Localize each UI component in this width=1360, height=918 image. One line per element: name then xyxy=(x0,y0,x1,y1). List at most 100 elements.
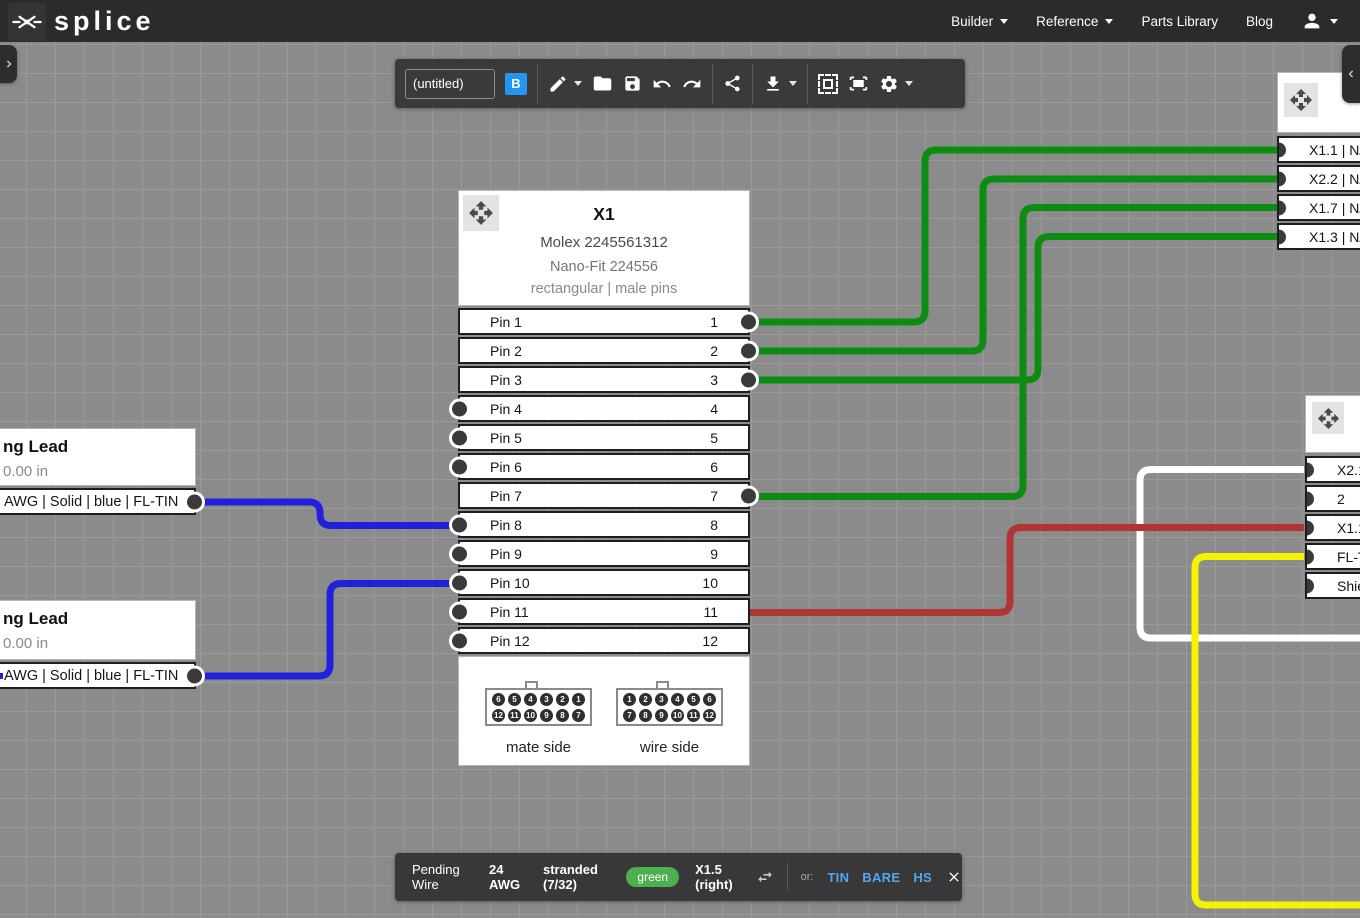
pin-label: Pin 10 xyxy=(460,575,530,591)
toolbar-divider xyxy=(537,64,538,104)
lead-1-spec-row[interactable]: AWG | Solid | blue | FL-TIN xyxy=(0,488,196,515)
edit-icon[interactable] xyxy=(548,74,568,94)
open-folder-icon[interactable] xyxy=(592,73,613,94)
fit-screen-icon[interactable] xyxy=(848,73,869,94)
termination-option-bare[interactable]: BARE xyxy=(862,870,900,885)
wire-endpoint-row[interactable]: X1.3 | N/A xyxy=(1277,223,1360,250)
pin-port-11[interactable] xyxy=(449,601,470,622)
splice-logo-icon[interactable] xyxy=(8,3,46,41)
connector-block-x1[interactable]: X1 Molex 2245561312 Nano-Fit 224556 rect… xyxy=(458,190,750,766)
pin-row-1[interactable]: Pin 11 xyxy=(458,308,750,335)
pin-row-9[interactable]: Pin 99 xyxy=(458,540,750,567)
download-icon[interactable] xyxy=(763,74,783,94)
redo-icon[interactable] xyxy=(682,74,702,94)
endpoint-port[interactable] xyxy=(1277,139,1289,160)
endpoint-port[interactable] xyxy=(1305,575,1317,596)
face-pin-12: 12 xyxy=(492,709,505,722)
wire-endpoint-row[interactable]: 2 xyxy=(1305,485,1360,512)
pending-wire-label: Pending Wire xyxy=(412,862,468,892)
wire-endpoint-row[interactable]: X1.1 xyxy=(1305,514,1360,541)
pin-port-3[interactable] xyxy=(738,369,759,390)
pin-label: Pin 12 xyxy=(460,633,530,649)
brand-name[interactable]: splice xyxy=(54,6,155,37)
filename-input[interactable] xyxy=(405,69,495,99)
wire-endpoint-row[interactable]: X2.2 | N/A xyxy=(1277,165,1360,192)
toolbar-divider xyxy=(752,64,753,104)
close-pending-wire-icon[interactable] xyxy=(946,869,962,885)
lead-2-spec-row[interactable]: AWG | Solid | blue | FL-TIN xyxy=(0,662,196,689)
left-panel-toggle[interactable] xyxy=(0,45,17,83)
move-handle-icon[interactable] xyxy=(1284,83,1318,117)
edit-mode-caret-icon[interactable] xyxy=(574,81,582,86)
nav-item-reference[interactable]: Reference xyxy=(1036,14,1113,29)
x1-face-views: 654321121110987mate side123456789101112w… xyxy=(458,656,750,766)
pin-row-2[interactable]: Pin 22 xyxy=(458,337,750,364)
pin-row-6[interactable]: Pin 66 xyxy=(458,453,750,480)
endpoint-port[interactable] xyxy=(1277,226,1289,247)
pin-row-7[interactable]: Pin 77 xyxy=(458,482,750,509)
builder-badge[interactable]: B xyxy=(505,73,527,95)
download-caret-icon[interactable] xyxy=(789,81,797,86)
right-block-middle[interactable]: X2.12X1.1FL-TShie xyxy=(1305,395,1360,601)
pin-row-5[interactable]: Pin 55 xyxy=(458,424,750,451)
pin-label: Pin 11 xyxy=(460,604,529,620)
undo-icon[interactable] xyxy=(652,74,672,94)
pin-port-10[interactable] xyxy=(449,572,470,593)
lead-2-port[interactable] xyxy=(184,665,205,686)
lead-block-1[interactable]: ng Lead 0.00 in AWG | Solid | blue | FL-… xyxy=(0,428,196,517)
pin-row-10[interactable]: Pin 10 10 xyxy=(458,569,750,596)
endpoint-port[interactable] xyxy=(1305,546,1317,567)
face-pin-row: 654321 xyxy=(487,693,590,706)
pin-number: 5 xyxy=(710,430,748,446)
move-handle-icon[interactable] xyxy=(463,195,499,231)
select-all-icon[interactable] xyxy=(818,74,838,94)
pin-number: 6 xyxy=(710,459,748,475)
lead-1-title: ng Lead xyxy=(0,429,195,457)
pin-port-6[interactable] xyxy=(449,456,470,477)
face-diagram: 654321121110987 xyxy=(485,688,592,726)
nav-item-builder[interactable]: Builder xyxy=(951,14,1008,29)
wire-endpoint-row[interactable]: X1.7 | N/A xyxy=(1277,194,1360,221)
wire-endpoint-row[interactable]: X2.1 xyxy=(1305,456,1360,483)
pin-port-1[interactable] xyxy=(738,311,759,332)
x1-style: rectangular | male pins xyxy=(459,281,749,297)
endpoint-port[interactable] xyxy=(1305,459,1317,480)
pin-port-9[interactable] xyxy=(449,543,470,564)
endpoint-port[interactable] xyxy=(1277,197,1289,218)
swap-ends-icon[interactable] xyxy=(756,868,774,886)
move-handle-icon[interactable] xyxy=(1312,402,1344,434)
lead-block-2[interactable]: ng Lead 0.00 in AWG | Solid | blue | FL-… xyxy=(0,600,196,691)
nav-item-parts-library[interactable]: Parts Library xyxy=(1141,14,1218,29)
termination-option-tin[interactable]: TIN xyxy=(827,870,849,885)
settings-gear-icon[interactable] xyxy=(879,74,899,94)
pin-row-12[interactable]: Pin 1212 xyxy=(458,627,750,654)
wire-endpoint-row[interactable]: Shie xyxy=(1305,572,1360,599)
termination-options: TIN BARE HS xyxy=(827,870,932,885)
pin-port-12[interactable] xyxy=(449,630,470,651)
pin-row-4[interactable]: Pin 44 xyxy=(458,395,750,422)
pin-port-7[interactable] xyxy=(738,485,759,506)
pin-row-8[interactable]: Pin 88 xyxy=(458,511,750,538)
nav-item-blog[interactable]: Blog xyxy=(1246,14,1273,29)
pin-port-2[interactable] xyxy=(738,340,759,361)
pin-port-8[interactable] xyxy=(449,514,470,535)
account-menu[interactable] xyxy=(1301,10,1338,32)
statusbar-divider xyxy=(787,863,788,891)
save-icon[interactable] xyxy=(623,74,642,93)
pin-port-4[interactable] xyxy=(449,398,470,419)
wire-endpoint-row[interactable]: X1.1 | N/A xyxy=(1277,136,1360,163)
endpoint-port[interactable] xyxy=(1305,517,1317,538)
pin-port-5[interactable] xyxy=(449,427,470,448)
pin-row-3[interactable]: Pin 33 xyxy=(458,366,750,393)
settings-caret-icon[interactable] xyxy=(905,81,913,86)
pin-number: 10 xyxy=(702,575,748,591)
endpoint-port[interactable] xyxy=(1277,168,1289,189)
wire-endpoint-row[interactable]: FL-T xyxy=(1305,543,1360,570)
endpoint-port[interactable] xyxy=(1305,488,1317,509)
lead-1-port[interactable] xyxy=(184,491,205,512)
pin-row-11[interactable]: Pin 1111 xyxy=(458,598,750,625)
termination-option-hs[interactable]: HS xyxy=(913,870,932,885)
face-pin-2: 2 xyxy=(639,693,652,706)
share-icon[interactable] xyxy=(723,74,742,93)
right-panel-toggle[interactable] xyxy=(1342,45,1360,103)
